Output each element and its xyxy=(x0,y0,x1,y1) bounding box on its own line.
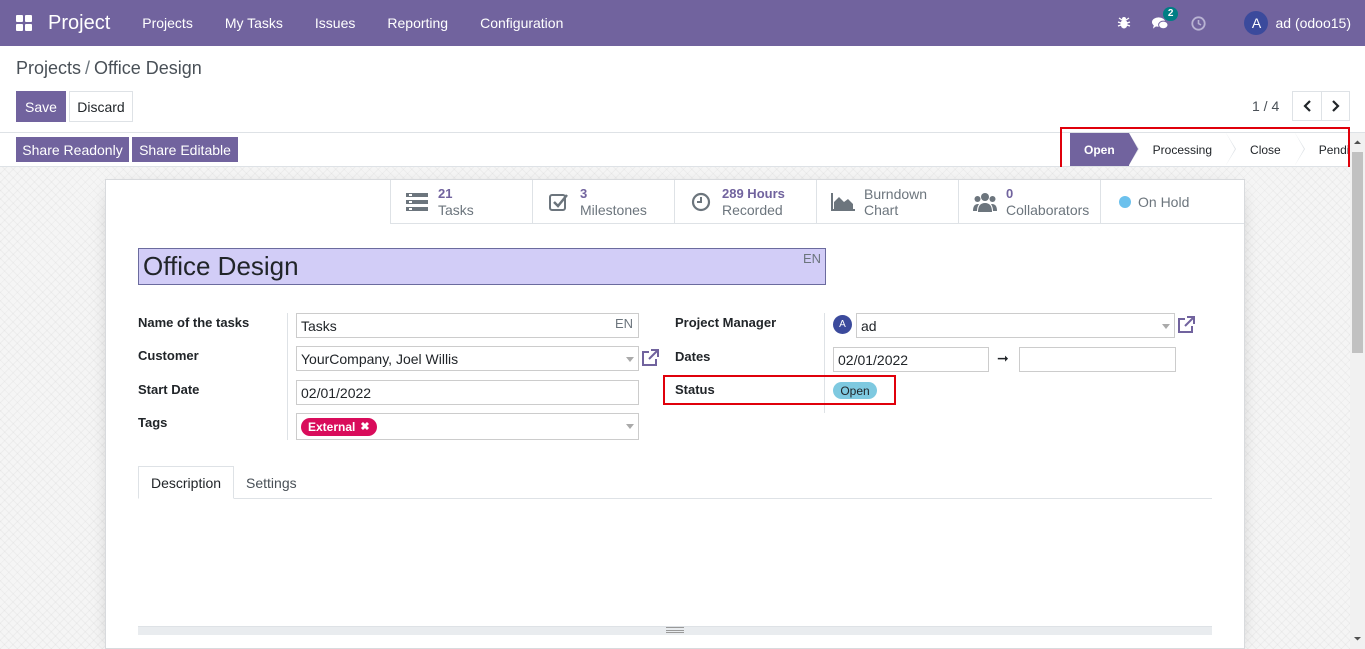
start-date-input[interactable]: 02/01/2022 xyxy=(296,380,639,405)
scroll-down-arrow-icon[interactable] xyxy=(1352,633,1363,644)
discard-button[interactable]: Discard xyxy=(69,91,133,122)
collaborators-count: 0 xyxy=(1006,186,1014,201)
collaborators-stat-button[interactable]: 0 Collaborators xyxy=(958,180,1100,224)
project-manager-avatar: A xyxy=(833,315,852,334)
share-editable-button[interactable]: Share Editable xyxy=(132,137,238,162)
breadcrumb-projects[interactable]: Projects xyxy=(16,58,81,78)
tags-dropdown-icon[interactable] xyxy=(626,424,634,429)
project-manager-external-link-icon[interactable] xyxy=(1176,315,1196,335)
tasks-label: Tasks xyxy=(438,202,474,218)
date-start-input[interactable]: 02/01/2022 xyxy=(833,347,989,372)
hours-value: 289 Hours xyxy=(722,186,785,201)
users-icon xyxy=(973,190,997,214)
pager-previous-button[interactable] xyxy=(1292,91,1322,121)
clock-icon xyxy=(689,190,713,214)
notebook-tabs: Description Settings xyxy=(138,466,1212,499)
customer-dropdown-icon[interactable] xyxy=(626,357,634,362)
menu-my-tasks[interactable]: My Tasks xyxy=(209,15,299,31)
label-start-date: Start Date xyxy=(138,382,200,397)
project-name-value: Office Design xyxy=(143,251,299,281)
label-dates: Dates xyxy=(675,349,711,364)
project-name-input[interactable]: Office Design EN xyxy=(138,248,826,285)
scrollbar-thumb[interactable] xyxy=(1352,152,1363,353)
label-customer: Customer xyxy=(138,348,199,363)
tab-settings[interactable]: Settings xyxy=(234,466,309,499)
tasks-icon xyxy=(405,190,429,214)
tag-external-label: External xyxy=(308,419,356,434)
customer-select[interactable]: YourCompany, Joel Willis xyxy=(296,346,639,371)
tasks-count: 21 xyxy=(438,186,453,201)
project-manager-dropdown-icon[interactable] xyxy=(1162,324,1170,329)
on-hold-status-button[interactable]: On Hold xyxy=(1100,180,1242,224)
hours-stat-button[interactable]: 289 Hours Recorded xyxy=(674,180,816,224)
start-date-value: 02/01/2022 xyxy=(301,384,372,401)
menu-reporting[interactable]: Reporting xyxy=(371,15,464,31)
chevron-right-icon xyxy=(1331,100,1340,112)
date-end-input[interactable] xyxy=(1019,347,1176,372)
apps-menu-icon[interactable] xyxy=(16,15,32,31)
status-dot-icon xyxy=(1119,196,1131,208)
date-range-arrow-icon: ➞ xyxy=(997,350,1009,366)
breadcrumb: Projects / Office Design xyxy=(16,58,202,79)
breadcrumb-separator: / xyxy=(85,58,91,78)
messages-icon[interactable]: 2 xyxy=(1152,7,1179,31)
project-manager-select[interactable]: ad xyxy=(856,313,1175,338)
left-column-divider xyxy=(287,313,288,440)
hours-label: Recorded xyxy=(722,202,783,218)
on-hold-label: On Hold xyxy=(1138,194,1190,210)
milestones-label: Milestones xyxy=(580,202,647,218)
breadcrumb-current: Office Design xyxy=(94,58,202,78)
user-avatar[interactable]: A xyxy=(1244,11,1269,35)
bug-icon[interactable] xyxy=(1116,15,1132,31)
tag-external: External ✖ xyxy=(301,417,377,436)
tasks-name-input[interactable]: Tasks EN xyxy=(296,313,639,338)
burndown-chart-button[interactable]: Burndown Chart xyxy=(816,180,958,224)
top-navbar: Project Projects My Tasks Issues Reporti… xyxy=(0,0,1365,46)
burndown-label-top: Burndown xyxy=(864,186,928,202)
resize-grip-icon[interactable] xyxy=(666,627,684,633)
tag-remove-icon[interactable]: ✖ xyxy=(360,420,369,433)
label-tags: Tags xyxy=(138,415,168,430)
label-name-of-tasks: Name of the tasks xyxy=(138,315,250,330)
messages-count-badge: 2 xyxy=(1162,7,1179,21)
clock-icon[interactable] xyxy=(1190,15,1206,31)
tasks-name-value: Tasks xyxy=(301,317,337,334)
tasks-stat-button[interactable]: 21 Tasks xyxy=(390,180,532,224)
save-button[interactable]: Save xyxy=(16,91,66,122)
area-chart-icon xyxy=(831,190,855,214)
scroll-up-arrow-icon[interactable] xyxy=(1352,137,1363,148)
checkbox-icon xyxy=(547,190,571,214)
milestones-stat-button[interactable]: 3 Milestones xyxy=(532,180,674,224)
label-project-manager: Project Manager xyxy=(675,315,777,330)
tab-description[interactable]: Description xyxy=(138,466,235,499)
menu-issues[interactable]: Issues xyxy=(299,15,371,31)
menu-configuration[interactable]: Configuration xyxy=(464,15,579,31)
app-name[interactable]: Project xyxy=(48,12,110,35)
tasks-name-language-button[interactable]: EN xyxy=(615,316,633,331)
customer-external-link-icon[interactable] xyxy=(640,348,660,368)
date-start-value: 02/01/2022 xyxy=(838,351,909,368)
status-highlight-box xyxy=(663,375,896,405)
menu-projects[interactable]: Projects xyxy=(126,15,209,31)
title-language-button[interactable]: EN xyxy=(803,251,821,266)
customer-value: YourCompany, Joel Willis xyxy=(301,350,459,367)
collaborators-label: Collaborators xyxy=(1006,202,1090,218)
share-readonly-button[interactable]: Share Readonly xyxy=(16,137,129,162)
burndown-label-bottom: Chart xyxy=(864,202,899,218)
chevron-left-icon xyxy=(1303,100,1311,112)
pager-value[interactable]: 1 / 4 xyxy=(1252,98,1279,114)
stage-highlight-box xyxy=(1060,127,1350,172)
user-name[interactable]: ad (odoo15) xyxy=(1275,15,1351,31)
stat-button-box: 21 Tasks 3 Milestones 289 Hours Recorded… xyxy=(390,180,1244,224)
pager-next-button[interactable] xyxy=(1321,91,1350,121)
milestones-count: 3 xyxy=(580,186,588,201)
tags-input[interactable]: External ✖ xyxy=(296,413,639,440)
project-manager-value: ad xyxy=(861,317,877,334)
